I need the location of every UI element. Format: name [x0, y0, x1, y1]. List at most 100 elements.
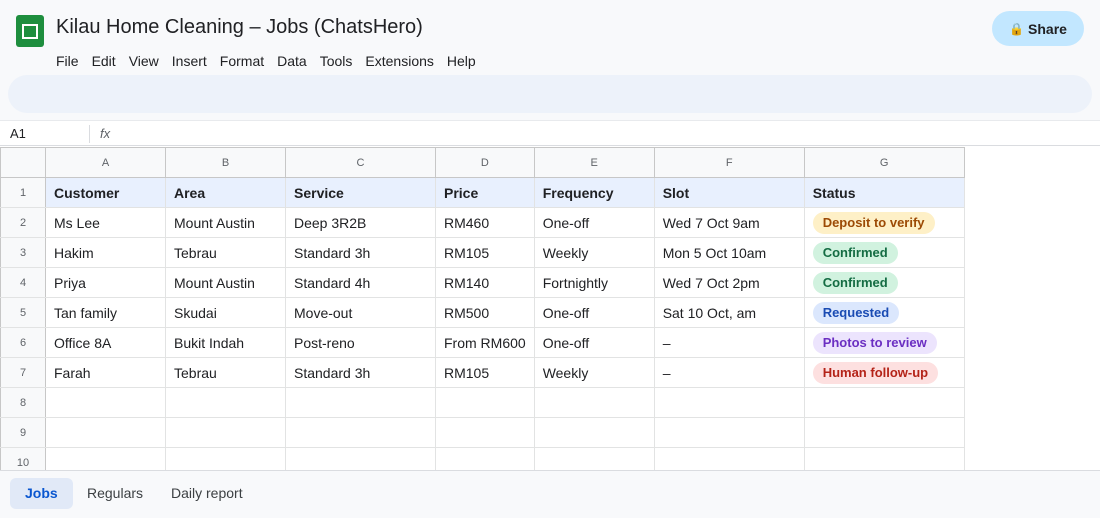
status-cell[interactable]: Deposit to verify [804, 207, 965, 238]
select-all-corner[interactable] [0, 147, 46, 178]
empty-cell[interactable] [804, 417, 965, 448]
column-title[interactable]: Price [435, 177, 535, 208]
share-button[interactable]: 🔒 Share [992, 11, 1084, 46]
menu-format[interactable]: Format [220, 51, 264, 71]
grid-cell[interactable]: Mount Austin [165, 207, 286, 238]
grid-cell[interactable]: Wed 7 Oct 9am [654, 207, 805, 238]
sheet-tab-jobs[interactable]: Jobs [10, 478, 73, 509]
grid-cell[interactable]: Bukit Indah [165, 327, 286, 358]
row-header[interactable]: 9 [0, 417, 46, 448]
empty-cell[interactable] [165, 387, 286, 418]
grid-cell[interactable]: Weekly [534, 357, 655, 388]
grid-cell[interactable]: Hakim [45, 237, 166, 268]
row-header[interactable]: 5 [0, 297, 46, 328]
grid-cell[interactable]: Fortnightly [534, 267, 655, 298]
grid-cell[interactable]: Ms Lee [45, 207, 166, 238]
row-header[interactable]: 1 [0, 177, 46, 208]
empty-cell[interactable] [435, 387, 535, 418]
grid-cell[interactable]: Priya [45, 267, 166, 298]
grid-cell[interactable]: – [654, 327, 805, 358]
status-cell[interactable]: Human follow-up [804, 357, 965, 388]
column-header-a[interactable]: A [45, 147, 166, 178]
grid-cell[interactable]: Mon 5 Oct 10am [654, 237, 805, 268]
column-title[interactable]: Frequency [534, 177, 655, 208]
row-header[interactable]: 3 [0, 237, 46, 268]
grid-cell[interactable]: RM460 [435, 207, 535, 238]
column-title[interactable]: Service [285, 177, 436, 208]
empty-cell[interactable] [285, 417, 436, 448]
grid-cell[interactable]: Post-reno [285, 327, 436, 358]
status-cell[interactable]: Confirmed [804, 267, 965, 298]
grid-cell[interactable]: – [654, 357, 805, 388]
empty-cell[interactable] [534, 387, 655, 418]
column-title[interactable]: Customer [45, 177, 166, 208]
column-header-g[interactable]: G [804, 147, 965, 178]
sheet-tab-daily-report[interactable]: Daily report [156, 478, 258, 509]
row-header[interactable]: 6 [0, 327, 46, 358]
grid-cell[interactable]: Move-out [285, 297, 436, 328]
grid-cell[interactable]: Standard 3h [285, 357, 436, 388]
grid-cell[interactable]: One-off [534, 327, 655, 358]
grid-cell[interactable]: Skudai [165, 297, 286, 328]
grid-cell[interactable]: RM105 [435, 237, 535, 268]
menu-data[interactable]: Data [277, 51, 307, 71]
empty-cell[interactable] [435, 417, 535, 448]
share-label: Share [1028, 20, 1067, 37]
empty-cell[interactable] [165, 417, 286, 448]
grid-cell[interactable]: Office 8A [45, 327, 166, 358]
row-header[interactable]: 4 [0, 267, 46, 298]
grid-cell[interactable]: One-off [534, 297, 655, 328]
column-header-c[interactable]: C [285, 147, 436, 178]
grid-cell[interactable]: Wed 7 Oct 2pm [654, 267, 805, 298]
menu-tools[interactable]: Tools [320, 51, 353, 71]
sheets-logo-icon[interactable] [16, 15, 44, 47]
grid-cell[interactable]: Deep 3R2B [285, 207, 436, 238]
grid-cell[interactable]: Farah [45, 357, 166, 388]
empty-cell[interactable] [45, 417, 166, 448]
grid-cell[interactable]: Standard 3h [285, 237, 436, 268]
column-header-e[interactable]: E [534, 147, 655, 178]
document-title[interactable]: Kilau Home Cleaning – Jobs (ChatsHero) [56, 16, 423, 39]
column-title[interactable]: Area [165, 177, 286, 208]
column-header-b[interactable]: B [165, 147, 286, 178]
column-header-f[interactable]: F [654, 147, 805, 178]
empty-cell[interactable] [534, 417, 655, 448]
row-header[interactable]: 7 [0, 357, 46, 388]
grid-cell[interactable]: Sat 10 Oct, am [654, 297, 805, 328]
empty-cell[interactable] [654, 387, 805, 418]
status-badge: Human follow-up [812, 361, 939, 384]
grid-cell[interactable]: Tebrau [165, 357, 286, 388]
empty-cell[interactable] [45, 387, 166, 418]
status-cell[interactable]: Confirmed [804, 237, 965, 268]
grid-cell[interactable]: Weekly [534, 237, 655, 268]
formula-bar: A1 fx [0, 120, 1100, 146]
menu-view[interactable]: View [129, 51, 159, 71]
status-cell[interactable]: Photos to review [804, 327, 965, 358]
status-cell[interactable]: Requested [804, 297, 965, 328]
menu-bar: File Edit View Insert Format Data Tools … [56, 51, 489, 71]
grid-cell[interactable]: Tan family [45, 297, 166, 328]
menu-file[interactable]: File [56, 51, 79, 71]
grid-cell[interactable]: From RM600 [435, 327, 535, 358]
name-box[interactable]: A1 [10, 126, 26, 141]
column-title[interactable]: Slot [654, 177, 805, 208]
grid-cell[interactable]: Tebrau [165, 237, 286, 268]
menu-extensions[interactable]: Extensions [365, 51, 433, 71]
empty-cell[interactable] [285, 387, 436, 418]
grid-cell[interactable]: Mount Austin [165, 267, 286, 298]
sheet-tab-regulars[interactable]: Regulars [72, 478, 158, 509]
row-header[interactable]: 2 [0, 207, 46, 238]
menu-edit[interactable]: Edit [92, 51, 116, 71]
menu-help[interactable]: Help [447, 51, 476, 71]
grid-cell[interactable]: RM500 [435, 297, 535, 328]
grid-cell[interactable]: RM140 [435, 267, 535, 298]
grid-cell[interactable]: One-off [534, 207, 655, 238]
menu-insert[interactable]: Insert [172, 51, 207, 71]
grid-cell[interactable]: Standard 4h [285, 267, 436, 298]
empty-cell[interactable] [804, 387, 965, 418]
empty-cell[interactable] [654, 417, 805, 448]
row-header[interactable]: 8 [0, 387, 46, 418]
column-title[interactable]: Status [804, 177, 965, 208]
grid-cell[interactable]: RM105 [435, 357, 535, 388]
column-header-d[interactable]: D [435, 147, 535, 178]
